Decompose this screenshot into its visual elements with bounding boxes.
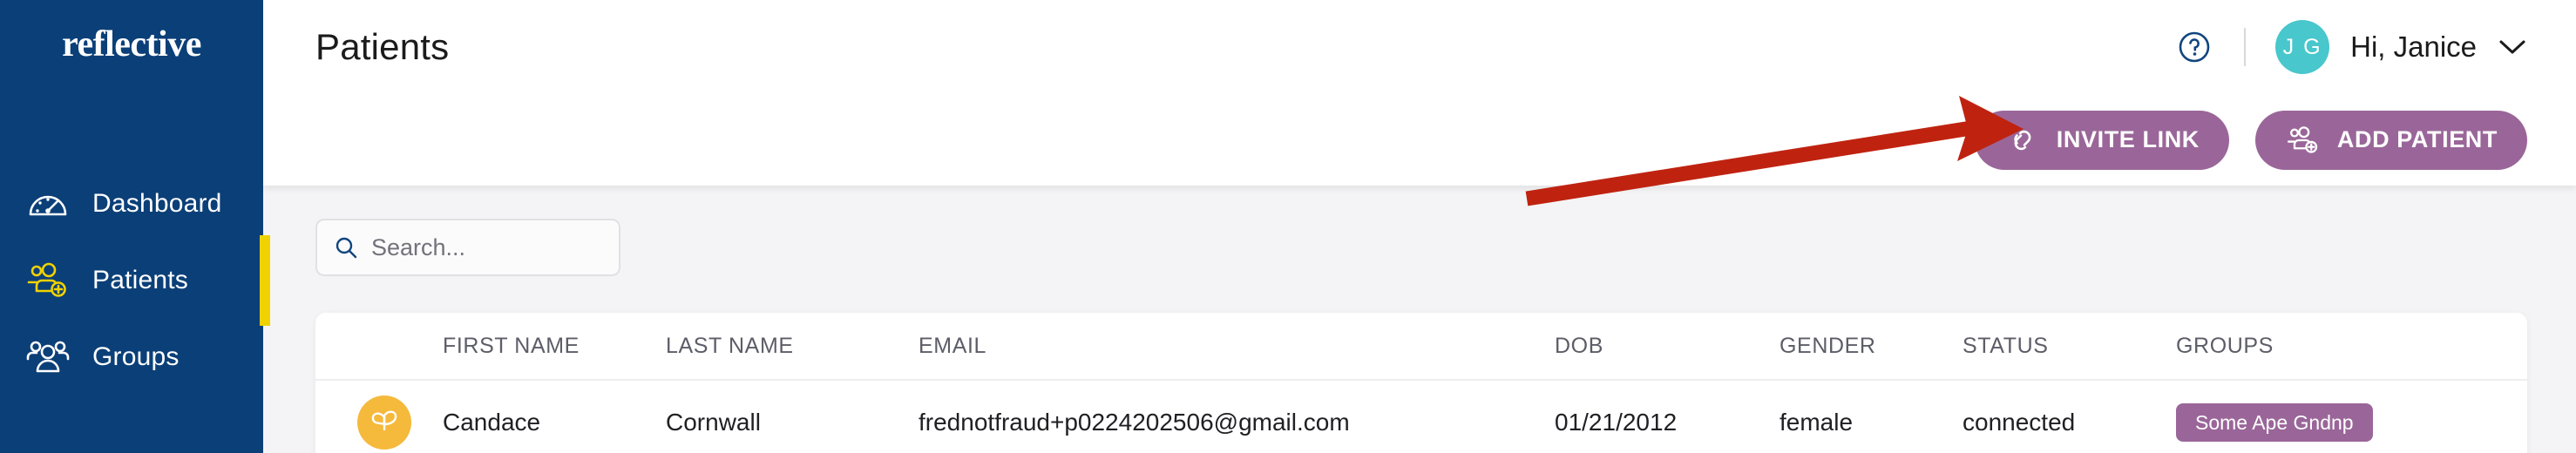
page-title: Patients (315, 26, 450, 67)
row-email: frednotfraud+p0224202506@gmail.com (919, 409, 1350, 436)
row-dob: 01/21/2012 (1555, 409, 1678, 436)
table-header-last-name: LAST NAME (666, 333, 794, 358)
sidebar-nav: Dashboard Patients Groups (0, 166, 270, 396)
sidebar-item-label: Dashboard (92, 189, 222, 218)
main-area: Patients J G Hi, Janice INVITE LINK ADD … (263, 0, 2576, 453)
user-menu[interactable]: J G Hi, Janice (2275, 20, 2527, 74)
sidebar-item-label: Groups (92, 342, 180, 371)
search-field[interactable] (315, 219, 620, 276)
speedometer-icon (23, 179, 73, 229)
chevron-down-icon[interactable] (2498, 37, 2527, 57)
sidebar-item-patients[interactable]: Patients (0, 235, 270, 326)
sidebar: reflective Dashboard Patients Groups (0, 0, 270, 453)
table-header-status: STATUS (1963, 333, 2049, 358)
status-badge[interactable]: Some Ape Gndnp (2176, 403, 2373, 442)
chain-link-icon (2004, 122, 2041, 159)
add-patient-button[interactable]: ADD PATIENT (2254, 110, 2527, 170)
add-patient-button-label: ADD PATIENT (2336, 126, 2498, 152)
brand-logo: reflective (62, 24, 201, 64)
content-area: FIRST NAME LAST NAME EMAIL DOB GENDER ST… (263, 186, 2576, 453)
row-groups: Some Ape Gndnp (2176, 403, 2527, 442)
search-icon (333, 234, 359, 260)
table-header-row: FIRST NAME LAST NAME EMAIL DOB GENDER ST… (315, 313, 2527, 381)
sidebar-item-groups[interactable]: Groups (0, 319, 263, 396)
active-indicator (260, 235, 270, 326)
invite-link-button-label: INVITE LINK (2056, 126, 2200, 152)
app-root: reflective Dashboard Patients Groups Pat… (0, 0, 2576, 453)
action-toolbar: INVITE LINK ADD PATIENT (263, 94, 2576, 186)
top-header: Patients J G Hi, Janice (263, 0, 2576, 94)
person-group-icon (23, 332, 73, 382)
sidebar-item-label: Patients (92, 266, 188, 294)
sidebar-item-dashboard[interactable]: Dashboard (0, 166, 263, 242)
avatar (357, 396, 411, 450)
table-header-groups: GROUPS (2176, 333, 2274, 358)
add-person-group-icon (2285, 122, 2322, 159)
question-circle-icon[interactable] (2174, 27, 2214, 67)
header-right-cluster: J G Hi, Janice (2174, 20, 2527, 74)
row-status: connected (1963, 409, 2076, 436)
row-first-name: Candace (443, 409, 541, 436)
row-last-name: Cornwall (666, 409, 761, 436)
butterfly-icon (371, 410, 397, 431)
table-header-first-name: FIRST NAME (443, 333, 580, 358)
avatar: J G (2275, 20, 2330, 74)
table-header-gender: GENDER (1779, 333, 1876, 358)
table-row[interactable]: Candace Cornwall frednotfraud+p022420250… (315, 381, 2527, 453)
header-divider (2244, 28, 2247, 66)
row-avatar-cell (357, 396, 443, 450)
user-greeting: Hi, Janice (2350, 30, 2477, 63)
search-input[interactable] (371, 233, 603, 261)
patients-table: FIRST NAME LAST NAME EMAIL DOB GENDER ST… (315, 313, 2527, 453)
table-header-email: EMAIL (919, 333, 987, 358)
invite-link-button[interactable]: INVITE LINK (1974, 110, 2229, 170)
add-person-group-icon (23, 255, 73, 306)
row-gender: female (1779, 409, 1854, 436)
table-header-dob: DOB (1555, 333, 1603, 358)
